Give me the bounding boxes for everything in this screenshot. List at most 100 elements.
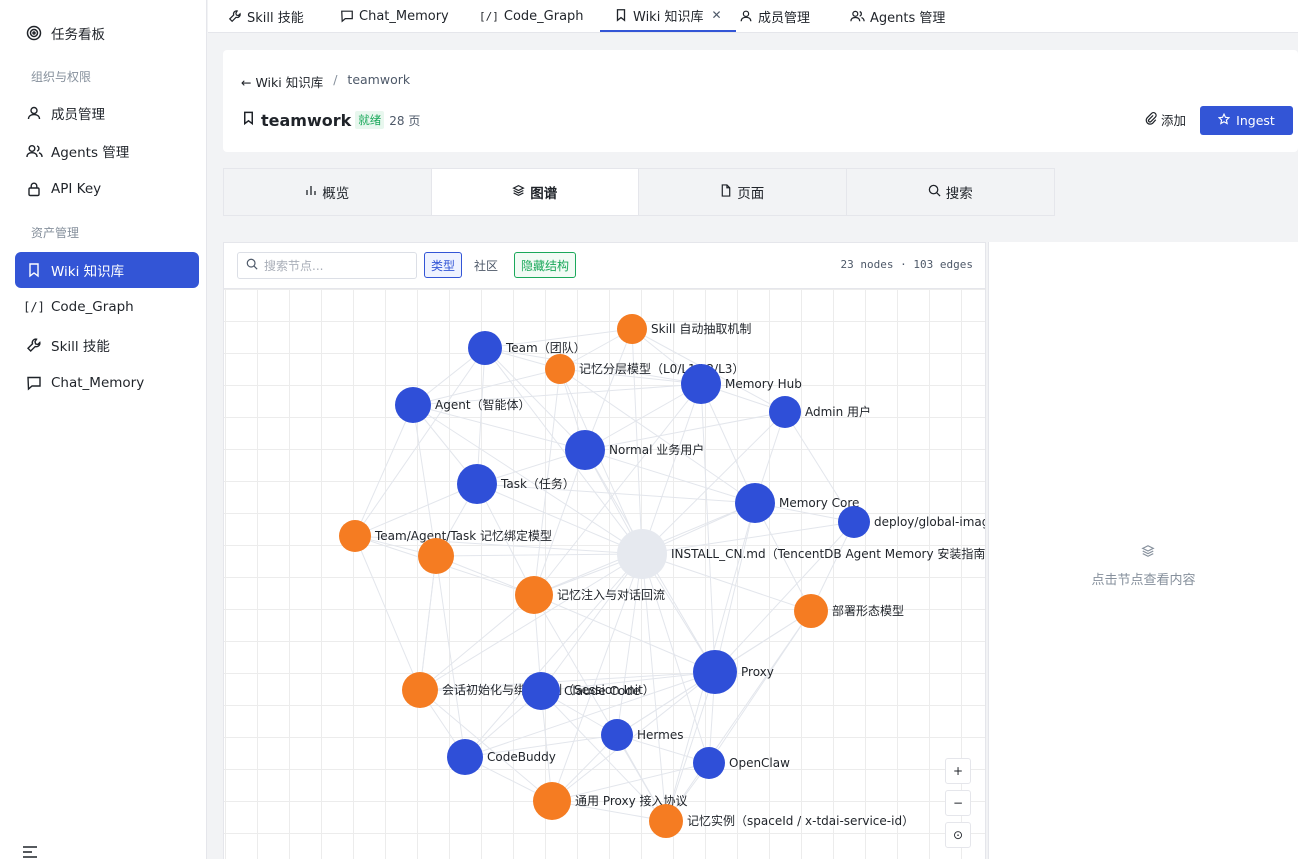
graph-node-circle[interactable] bbox=[617, 314, 647, 344]
page-count: 28 页 bbox=[389, 113, 421, 128]
graph-node-circle[interactable] bbox=[769, 396, 801, 428]
bookmark-icon bbox=[614, 8, 628, 22]
tab-pages[interactable]: 页面 bbox=[639, 169, 847, 215]
tab-label: 页面 bbox=[737, 186, 765, 202]
graph-node-circle[interactable] bbox=[447, 739, 483, 775]
tab-agents[interactable]: Agents 管理 bbox=[850, 0, 945, 32]
sidebar-item-wiki[interactable]: Wiki 知识库 bbox=[15, 252, 199, 288]
sidebar-item-code-graph[interactable]: [/] Code_Graph bbox=[15, 289, 199, 325]
users-icon bbox=[25, 142, 43, 160]
graph-canvas[interactable]: Skill 自动抽取机制 Team（团队） 记忆分层模型（L0/L1/L2/L3） M… bbox=[224, 289, 985, 859]
sidebar-item-api-key[interactable]: API Key bbox=[15, 171, 199, 207]
node-search[interactable] bbox=[237, 252, 417, 279]
graph-node-hermes[interactable]: Hermes bbox=[601, 719, 683, 751]
graph-node-circle[interactable] bbox=[395, 387, 431, 423]
graph-node-circle[interactable] bbox=[545, 354, 575, 384]
tab-members[interactable]: 成员管理 bbox=[739, 0, 810, 32]
graph-node-circle[interactable] bbox=[617, 529, 667, 579]
tab-label: 图谱 bbox=[530, 186, 558, 202]
tab-graph[interactable]: 图谱 bbox=[431, 169, 639, 215]
paperclip-icon bbox=[1144, 111, 1157, 128]
tab-code-graph[interactable]: [/] Code_Graph bbox=[479, 0, 584, 32]
graph-node-circle[interactable] bbox=[693, 650, 737, 694]
zoom-reset-button[interactable]: ⊙ bbox=[945, 822, 971, 848]
graph-node-install[interactable]: INSTALL_CN.md（TencentDB Agent Memory 安装指… bbox=[617, 529, 985, 579]
graph-node-label: 记忆分层模型（L0/L1/L2/L3） bbox=[579, 362, 744, 376]
sidebar-item-task-board[interactable]: 任务看板 bbox=[15, 15, 199, 51]
sidebar-item-label: Code_Graph bbox=[51, 299, 134, 315]
bookmark-icon bbox=[25, 261, 43, 279]
node-search-input[interactable] bbox=[264, 258, 404, 273]
zoom-in-button[interactable]: + bbox=[945, 758, 971, 784]
graph-edge bbox=[476, 347, 486, 485]
hide-structure-chip[interactable]: 隐藏结构 bbox=[514, 252, 577, 278]
graph-node-circle[interactable] bbox=[649, 804, 683, 838]
graph-node-deployform[interactable]: 部署形态模型 bbox=[794, 594, 904, 628]
graph-edge bbox=[533, 594, 716, 673]
sidebar-item-label: API Key bbox=[51, 181, 102, 197]
graph-toolbar: 类型 社区 隐藏结构 23 nodes · 103 edges bbox=[224, 243, 985, 289]
code-icon: [/] bbox=[479, 9, 499, 23]
graph-node-proxy[interactable]: Proxy bbox=[693, 650, 774, 694]
graph-node-circle[interactable] bbox=[794, 594, 828, 628]
graph-node-label: Skill 自动抽取机制 bbox=[651, 322, 751, 336]
graph-node-instance[interactable]: 记忆实例（spaceId / x-tdai-service-id） bbox=[649, 804, 914, 838]
zoom-out-button[interactable]: − bbox=[945, 790, 971, 816]
graph-node-circle[interactable] bbox=[457, 464, 497, 504]
graph-node-admin[interactable]: Admin 用户 bbox=[769, 396, 871, 428]
graph-edge bbox=[354, 404, 414, 537]
tab-skill[interactable]: Skill 技能 bbox=[228, 0, 304, 32]
graph-node-circle[interactable] bbox=[468, 331, 502, 365]
sidebar-item-chat-memory[interactable]: Chat_Memory bbox=[15, 365, 199, 401]
bookmark-icon bbox=[241, 110, 256, 130]
graph-node-circle[interactable] bbox=[565, 430, 605, 470]
graph-node-skill[interactable]: Skill 自动抽取机制 bbox=[617, 314, 751, 344]
breadcrumb-back-link[interactable]: ← Wiki 知识库 bbox=[241, 72, 323, 91]
filter-type-chip[interactable]: 类型 bbox=[424, 252, 463, 278]
sidebar-item-label: 任务看板 bbox=[51, 27, 105, 43]
graph-node-label: Team/Agent/Task 记忆绑定模型 bbox=[374, 528, 552, 543]
chat-icon bbox=[25, 374, 43, 392]
breadcrumb-separator: / bbox=[333, 72, 338, 87]
graph-node-circle[interactable] bbox=[601, 719, 633, 751]
close-icon[interactable]: ✕ bbox=[711, 8, 721, 22]
tab-chat-memory[interactable]: Chat_Memory bbox=[340, 0, 449, 32]
sidebar-section-assets: 资产管理 bbox=[31, 226, 80, 240]
graph-edge bbox=[641, 411, 786, 555]
graph-node-openclaw[interactable]: OpenClaw bbox=[693, 747, 790, 779]
sidebar-item-agents[interactable]: Agents 管理 bbox=[15, 133, 199, 169]
graph-node-label: deploy/global-image bbox=[874, 515, 985, 529]
graph-node-circle[interactable] bbox=[339, 520, 371, 552]
graph-node-circle[interactable] bbox=[418, 538, 454, 574]
graph-node-tat2[interactable] bbox=[418, 538, 454, 574]
graph-node-circle[interactable] bbox=[838, 506, 870, 538]
sidebar-item-members[interactable]: 成员管理 bbox=[15, 95, 199, 131]
graph-node-circle[interactable] bbox=[515, 576, 553, 614]
tab-overview[interactable]: 概览 bbox=[224, 169, 432, 215]
add-button[interactable]: 添加 bbox=[1144, 110, 1186, 129]
graph-panel: 类型 社区 隐藏结构 23 nodes · 103 edges Skill 自动… bbox=[223, 242, 986, 859]
sidebar-item-skill[interactable]: Skill 技能 bbox=[15, 327, 199, 363]
graph-node-circle[interactable] bbox=[681, 364, 721, 404]
graph-node-circle[interactable] bbox=[522, 672, 560, 710]
graph-stats: 23 nodes · 103 edges bbox=[840, 258, 973, 271]
tab-search[interactable]: 搜索 bbox=[846, 169, 1054, 215]
menu-collapse-icon[interactable] bbox=[22, 845, 38, 859]
graph-node-task[interactable]: Task（任务） bbox=[457, 464, 575, 504]
search-icon bbox=[928, 184, 941, 201]
filter-community-chip[interactable]: 社区 bbox=[468, 252, 504, 278]
graph-node-circle[interactable] bbox=[693, 747, 725, 779]
knowledge-graph[interactable]: Skill 自动抽取机制 Team（团队） 记忆分层模型（L0/L1/L2/L3）M… bbox=[224, 289, 985, 859]
sidebar-item-label: Wiki 知识库 bbox=[51, 264, 125, 280]
graph-node-circle[interactable] bbox=[402, 672, 438, 708]
graph-edge bbox=[354, 535, 421, 691]
graph-node-inject[interactable]: 记忆注入与对话回流 bbox=[515, 576, 665, 614]
tab-wiki[interactable]: Wiki 知识库 ✕ bbox=[600, 0, 736, 32]
ingest-button[interactable]: Ingest bbox=[1200, 106, 1293, 135]
graph-node-circle[interactable] bbox=[735, 483, 775, 523]
graph-node-deploy[interactable]: deploy/global-image bbox=[838, 506, 985, 538]
graph-node-label: 部署形态模型 bbox=[832, 603, 904, 618]
sidebar-item-label: Agents 管理 bbox=[51, 145, 130, 161]
file-icon bbox=[720, 183, 732, 201]
graph-node-circle[interactable] bbox=[533, 782, 571, 820]
